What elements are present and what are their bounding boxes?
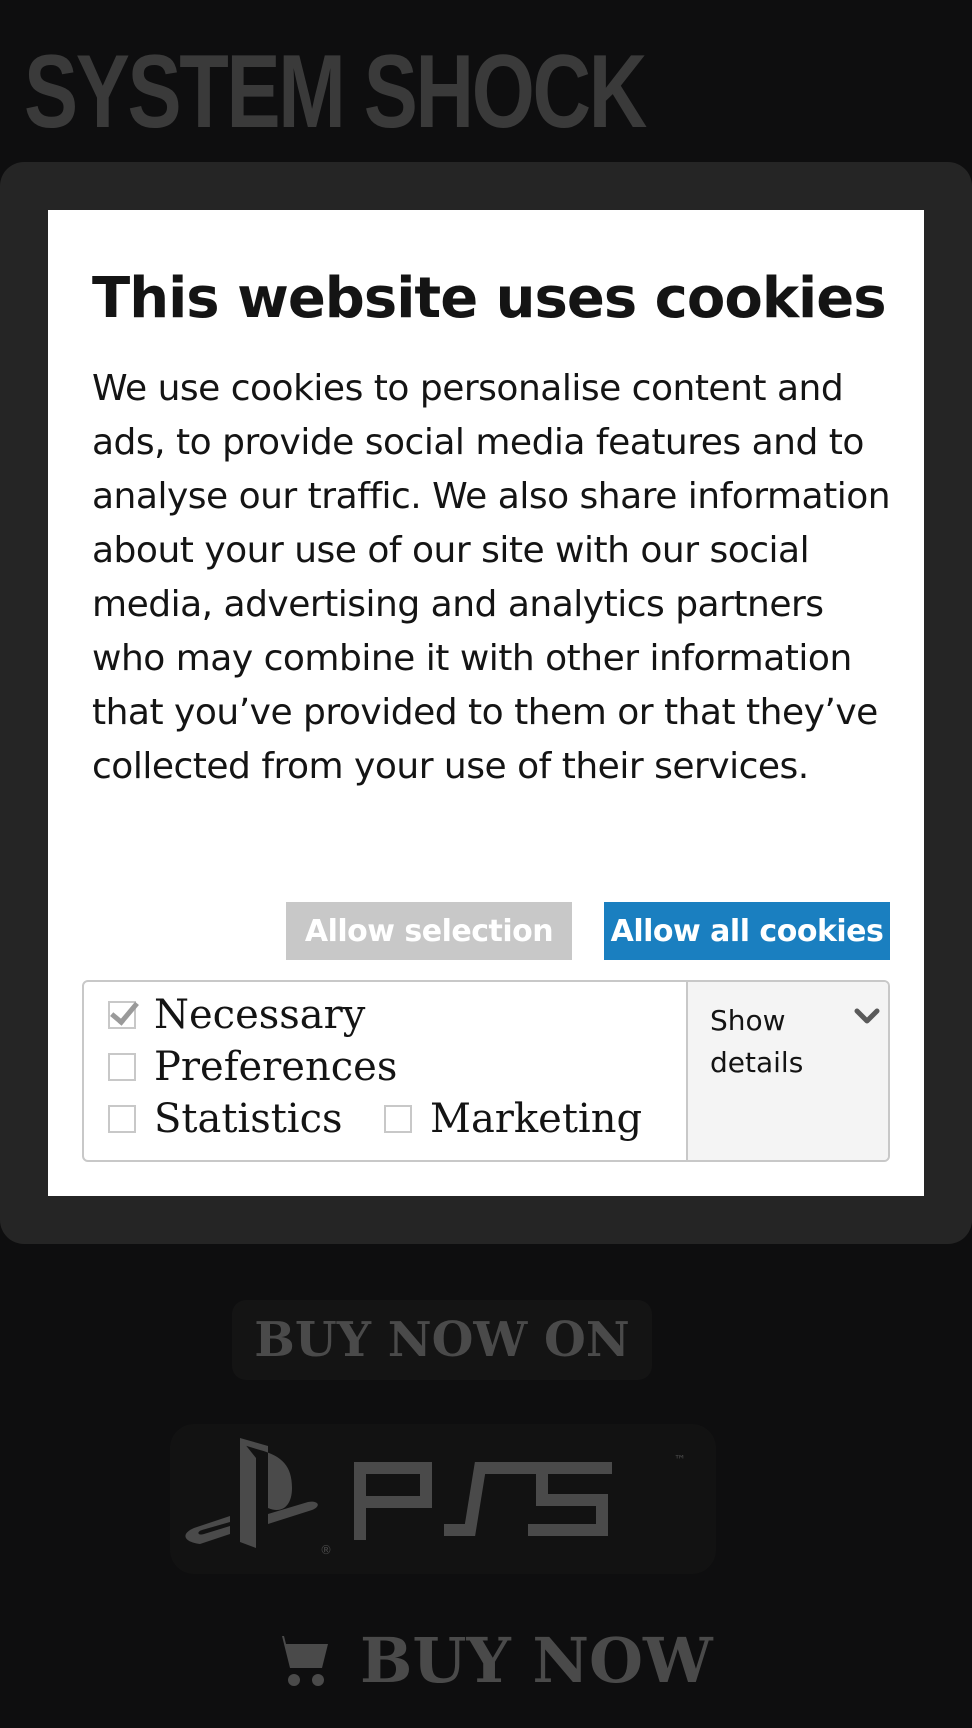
option-statistics[interactable]: Statistics xyxy=(108,1096,343,1142)
svg-text:®: ® xyxy=(320,1543,332,1557)
option-marketing[interactable]: Marketing xyxy=(384,1096,642,1142)
buy-now-on-label: BUY NOW ON xyxy=(232,1300,652,1380)
dialog-body-text: We use cookies to personalise content an… xyxy=(92,368,891,787)
ps5-logo[interactable]: ™ ® xyxy=(170,1424,716,1574)
option-label: Statistics xyxy=(154,1096,343,1142)
consent-options-panel: Necessary Preferences Statistics Marketi… xyxy=(82,980,890,1162)
option-necessary[interactable]: Necessary xyxy=(108,992,365,1038)
option-label: Preferences xyxy=(154,1044,398,1090)
buy-now-label: BUY NOW xyxy=(360,1623,713,1697)
dialog-title: This website uses cookies xyxy=(92,266,887,331)
svg-text:™: ™ xyxy=(674,1453,686,1467)
site-logo: SYSTEM SHOCK xyxy=(24,34,647,150)
show-details-toggle[interactable]: Show details xyxy=(686,982,888,1160)
buy-now-button[interactable]: BUY NOW xyxy=(270,1620,713,1700)
chevron-down-icon xyxy=(854,1008,880,1024)
option-label: Necessary xyxy=(154,992,366,1038)
consent-checkbox-group: Necessary Preferences Statistics Marketi… xyxy=(84,982,686,1160)
playstation-logo-icon: ™ ® xyxy=(185,1438,686,1557)
allow-all-cookies-button[interactable]: Allow all cookies xyxy=(604,902,890,960)
necessary-checkbox[interactable] xyxy=(108,1001,136,1029)
statistics-checkbox[interactable] xyxy=(108,1105,136,1133)
preferences-checkbox[interactable] xyxy=(108,1053,136,1081)
option-label: Marketing xyxy=(430,1096,643,1142)
cookie-dialog: This website uses cookies We use cookies… xyxy=(48,210,924,1196)
option-preferences[interactable]: Preferences xyxy=(108,1044,397,1090)
marketing-checkbox[interactable] xyxy=(384,1105,412,1133)
show-details-label: Show details xyxy=(710,1004,804,1079)
allow-selection-button[interactable]: Allow selection xyxy=(286,902,572,960)
shopping-cart-icon xyxy=(272,1636,328,1686)
